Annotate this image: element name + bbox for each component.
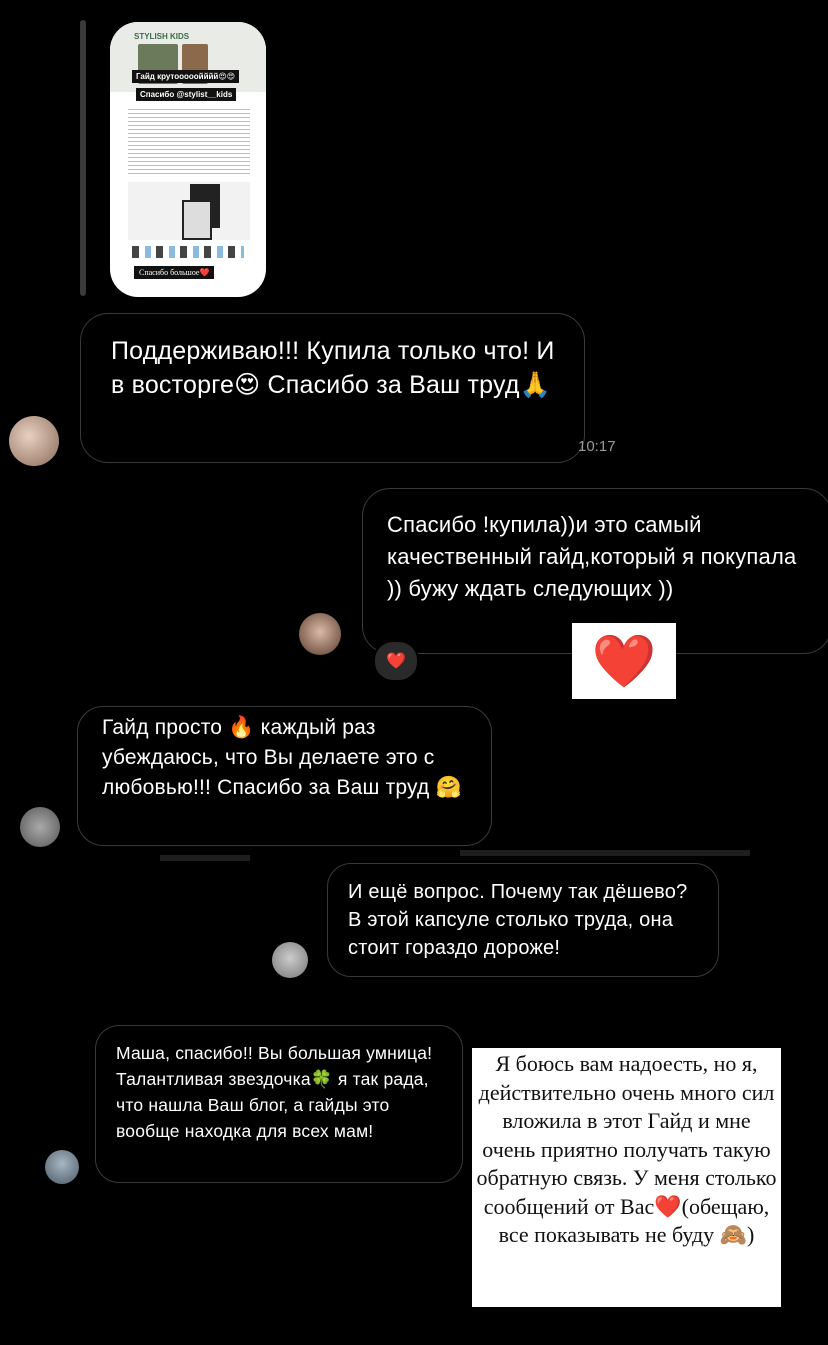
story-collage — [182, 200, 212, 240]
heart-icon: ❤️ — [591, 632, 657, 691]
message-bubble: Маша, спасибо!! Вы большая умница! Талан… — [95, 1025, 463, 1183]
message-bubble: И ещё вопрос. Почему так дёшево? В этой … — [327, 863, 719, 977]
divider — [160, 855, 250, 861]
message-text: Поддерживаю!!! Купила только что! И в во… — [111, 337, 555, 399]
story-clothes-row — [132, 246, 244, 258]
story-caption: Спасибо @stylist__kids — [136, 88, 237, 101]
message-text: Спасибо !купила))и это самый качественны… — [387, 512, 797, 601]
avatar[interactable] — [45, 1150, 79, 1184]
story-brand: STYLISH KIDS — [134, 32, 190, 41]
author-note: Я боюсь вам надоесть, но я, действительн… — [472, 1048, 781, 1307]
message-text: Маша, спасибо!! Вы большая умница! Талан… — [116, 1043, 433, 1141]
story-table — [128, 106, 250, 176]
heart-sticker: ❤️ — [572, 623, 676, 699]
message-bubble: Поддерживаю!!! Купила только что! И в во… — [80, 313, 585, 463]
divider — [460, 850, 750, 856]
reaction-badge[interactable]: ❤️ — [373, 640, 419, 682]
story-caption: Гайд крутооооойййй😍😍 — [132, 70, 240, 83]
avatar[interactable] — [299, 613, 341, 655]
story-footer: Спасибо большое❤️ — [134, 266, 215, 279]
heart-icon: ❤️ — [386, 653, 406, 670]
avatar[interactable] — [9, 416, 59, 466]
message-time: 10:17 — [578, 438, 616, 455]
author-note-text: Я боюсь вам надоесть, но я, действительн… — [476, 1051, 777, 1247]
story-preview[interactable]: STYLISH KIDS Гайд крутооооойййй😍😍 Спасиб… — [110, 22, 266, 297]
avatar[interactable] — [272, 942, 308, 978]
message-text: Гайд просто 🔥 каждый раз убеждаюсь, что … — [102, 716, 462, 799]
message-bubble: Гайд просто 🔥 каждый раз убеждаюсь, что … — [77, 706, 492, 846]
reply-quote-line — [80, 20, 86, 296]
avatar[interactable] — [20, 807, 60, 847]
message-text: И ещё вопрос. Почему так дёшево? В этой … — [348, 881, 688, 959]
